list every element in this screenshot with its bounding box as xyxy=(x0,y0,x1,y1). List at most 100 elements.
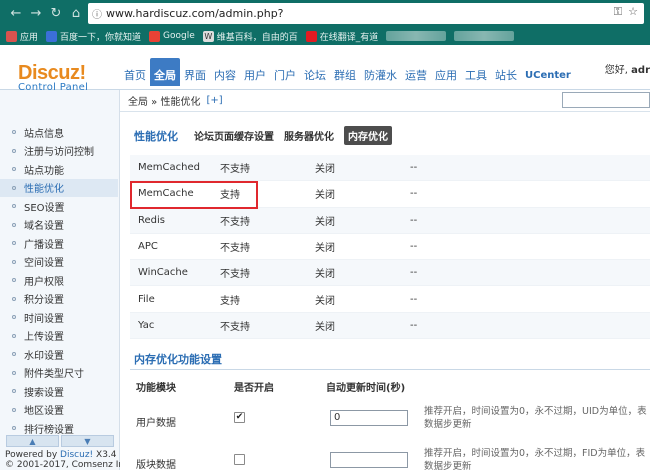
table-row: APC 不支持 关闭 -- xyxy=(130,234,650,261)
discuz-link[interactable]: Discuz! xyxy=(60,450,93,460)
sidebar-item-site-function[interactable]: 站点功能 xyxy=(0,160,118,179)
add-shortcut-button[interactable]: [+] xyxy=(206,95,222,106)
sidebar-item-upload[interactable]: 上传设置 xyxy=(0,327,118,346)
key-icon[interactable]: ⚿ xyxy=(614,5,622,19)
url-text: www.hardiscuz.com/admin.php? xyxy=(106,7,284,20)
bookmark-google[interactable]: Google xyxy=(149,30,195,42)
sidebar-item-register[interactable]: 注册与访问控制 xyxy=(0,142,118,161)
sidebar-item-search[interactable]: 搜索设置 xyxy=(0,382,118,401)
user-greeting: 您好, adr xyxy=(604,65,650,76)
setting-tip: 推荐开启，时间设置为0，永不过期，FID为单位，表数据步更新 xyxy=(424,448,646,470)
bullet-icon xyxy=(12,204,16,209)
breadcrumb-text: 全局 » 性能优化 xyxy=(128,97,201,108)
sidebar-item-permissions[interactable]: 用户权限 xyxy=(0,271,118,290)
enable-checkbox[interactable]: ✔ xyxy=(234,412,245,423)
sidebar-item-site-info[interactable]: 站点信息 xyxy=(0,123,118,142)
home-icon[interactable]: ⌂ xyxy=(66,4,86,24)
sidebar-item-attachment[interactable]: 附件类型尺寸 xyxy=(0,364,118,383)
setting-tip: 推荐开启，时间设置为0，永不过期，UID为单位，表数据步更新 xyxy=(424,406,647,430)
nav-groups[interactable]: 群组 xyxy=(330,62,360,90)
sidebar-item-watermark[interactable]: 水印设置 xyxy=(0,345,118,364)
powered-by: Powered by Discuz! X3.4 © 2001-2017, Com… xyxy=(5,450,132,470)
tab-bar: 性能优化 论坛页面缓存设置 服务器优化 内存优化 xyxy=(134,126,392,145)
arrow-down-icon: ▼ xyxy=(84,436,91,446)
bullet-icon xyxy=(12,315,16,320)
sidebar-item-performance[interactable]: 性能优化 xyxy=(0,178,118,197)
bullet-icon xyxy=(12,259,16,264)
settings-header: 功能模块 是否开启 自动更新时间(秒) xyxy=(136,382,406,394)
table-row: Yac 不支持 关闭 -- xyxy=(130,312,650,340)
scroll-down-button[interactable]: ▼ xyxy=(61,435,114,447)
sidebar-item-region[interactable]: 地区设置 xyxy=(0,401,118,420)
bookmark-apps[interactable]: 应用 xyxy=(6,30,38,43)
blurred-bookmarks xyxy=(386,31,447,41)
bookmark-baidu[interactable]: 百度一下，你就知道 xyxy=(46,30,141,43)
scroll-up-button[interactable]: ▲ xyxy=(6,435,59,447)
discuz-logo[interactable]: Discuz! Control Panel xyxy=(18,63,88,93)
tab-forum-cache[interactable]: 论坛页面缓存设置 xyxy=(194,128,274,143)
bookmarks-bar: 应用 百度一下，你就知道 Google W 维基百科，自由的百 在线翻译_有道 xyxy=(0,27,650,45)
admin-header: Discuz! Control Panel 首页 全局 界面 内容 用户 门户 … xyxy=(0,45,650,93)
nav-global[interactable]: 全局 xyxy=(150,58,180,86)
sidebar: 站点信息 注册与访问控制 站点功能 性能优化 SEO设置 域名设置 广播设置 空… xyxy=(0,90,132,470)
bullet-icon xyxy=(12,296,16,301)
nav-tools[interactable]: 工具 xyxy=(461,62,491,90)
bullet-icon xyxy=(12,130,16,135)
address-bar[interactable]: ⓘ www.hardiscuz.com/admin.php? ⚿ ☆ xyxy=(88,3,644,24)
breadcrumb: 全局 » 性能优化 [+] xyxy=(120,90,650,112)
bookmark-wikipedia[interactable]: W 维基百科，自由的百 xyxy=(202,30,298,43)
nav-content[interactable]: 内容 xyxy=(210,62,240,90)
bullet-icon xyxy=(12,333,16,338)
page-info-icon[interactable]: ⓘ xyxy=(88,6,106,21)
bookmark-youdao[interactable]: 在线翻译_有道 xyxy=(305,30,378,43)
bullet-icon xyxy=(12,426,16,431)
nav-interface[interactable]: 界面 xyxy=(180,62,210,90)
sidebar-item-credits[interactable]: 积分设置 xyxy=(0,290,118,309)
nav-users[interactable]: 用户 xyxy=(240,62,270,90)
setting-label: 用户数据 xyxy=(136,418,176,429)
tab-server-optimize[interactable]: 服务器优化 xyxy=(284,128,334,143)
reload-icon[interactable]: ↻ xyxy=(46,4,66,24)
youdao-icon xyxy=(305,30,317,42)
sidebar-menu: 站点信息 注册与访问控制 站点功能 性能优化 SEO设置 域名设置 广播设置 空… xyxy=(0,123,118,438)
ttl-input[interactable]: 0 xyxy=(330,410,408,426)
search-input[interactable] xyxy=(562,92,650,108)
nav-apps[interactable]: 应用 xyxy=(431,62,461,90)
sidebar-item-time[interactable]: 时间设置 xyxy=(0,308,118,327)
bullet-icon xyxy=(12,241,16,246)
ttl-input[interactable] xyxy=(330,452,408,468)
top-nav: 首页 全局 界面 内容 用户 门户 论坛 群组 防灌水 运营 应用 工具 站长 … xyxy=(120,58,575,90)
forward-icon[interactable]: → xyxy=(26,4,46,24)
nav-operations[interactable]: 运营 xyxy=(401,62,431,90)
sidebar-item-broadcast[interactable]: 广播设置 xyxy=(0,234,118,253)
enable-checkbox[interactable] xyxy=(234,454,245,465)
bullet-icon xyxy=(12,278,16,283)
setting-row-user-data: 用户数据 ✔ 0 推荐开启，时间设置为0，永不过期，UID为单位，表数据步更新 xyxy=(130,401,650,441)
bookmark-star-icon[interactable]: ☆ xyxy=(628,5,638,19)
setting-label: 版块数据 xyxy=(136,460,176,470)
nav-portal[interactable]: 门户 xyxy=(270,62,300,90)
tab-memory-optimize[interactable]: 内存优化 xyxy=(344,126,392,145)
bullet-icon xyxy=(12,167,16,172)
table-row: Redis 不支持 关闭 -- xyxy=(130,207,650,234)
sidebar-scroll: ▲ ▼ xyxy=(6,435,114,447)
bullet-icon xyxy=(12,222,16,227)
nav-antispam[interactable]: 防灌水 xyxy=(360,62,401,90)
google-icon xyxy=(149,30,161,42)
nav-home[interactable]: 首页 xyxy=(120,62,150,90)
sidebar-item-domain[interactable]: 域名设置 xyxy=(0,216,118,235)
nav-forum[interactable]: 论坛 xyxy=(300,62,330,90)
sidebar-item-seo[interactable]: SEO设置 xyxy=(0,197,118,216)
baidu-icon xyxy=(46,30,58,42)
apps-grid-icon xyxy=(6,30,17,42)
nav-founder[interactable]: 站长 xyxy=(491,62,521,90)
divider xyxy=(130,369,650,370)
nav-ucenter[interactable]: UCenter xyxy=(521,62,575,90)
table-row: MemCached 不支持 关闭 -- xyxy=(130,155,650,182)
back-icon[interactable]: ← xyxy=(6,4,26,24)
bullet-icon xyxy=(12,389,16,394)
logo-brand: Discuz! xyxy=(18,62,86,84)
bullet-icon xyxy=(12,148,16,153)
sidebar-item-space[interactable]: 空间设置 xyxy=(0,253,118,272)
username[interactable]: adr xyxy=(631,65,650,76)
